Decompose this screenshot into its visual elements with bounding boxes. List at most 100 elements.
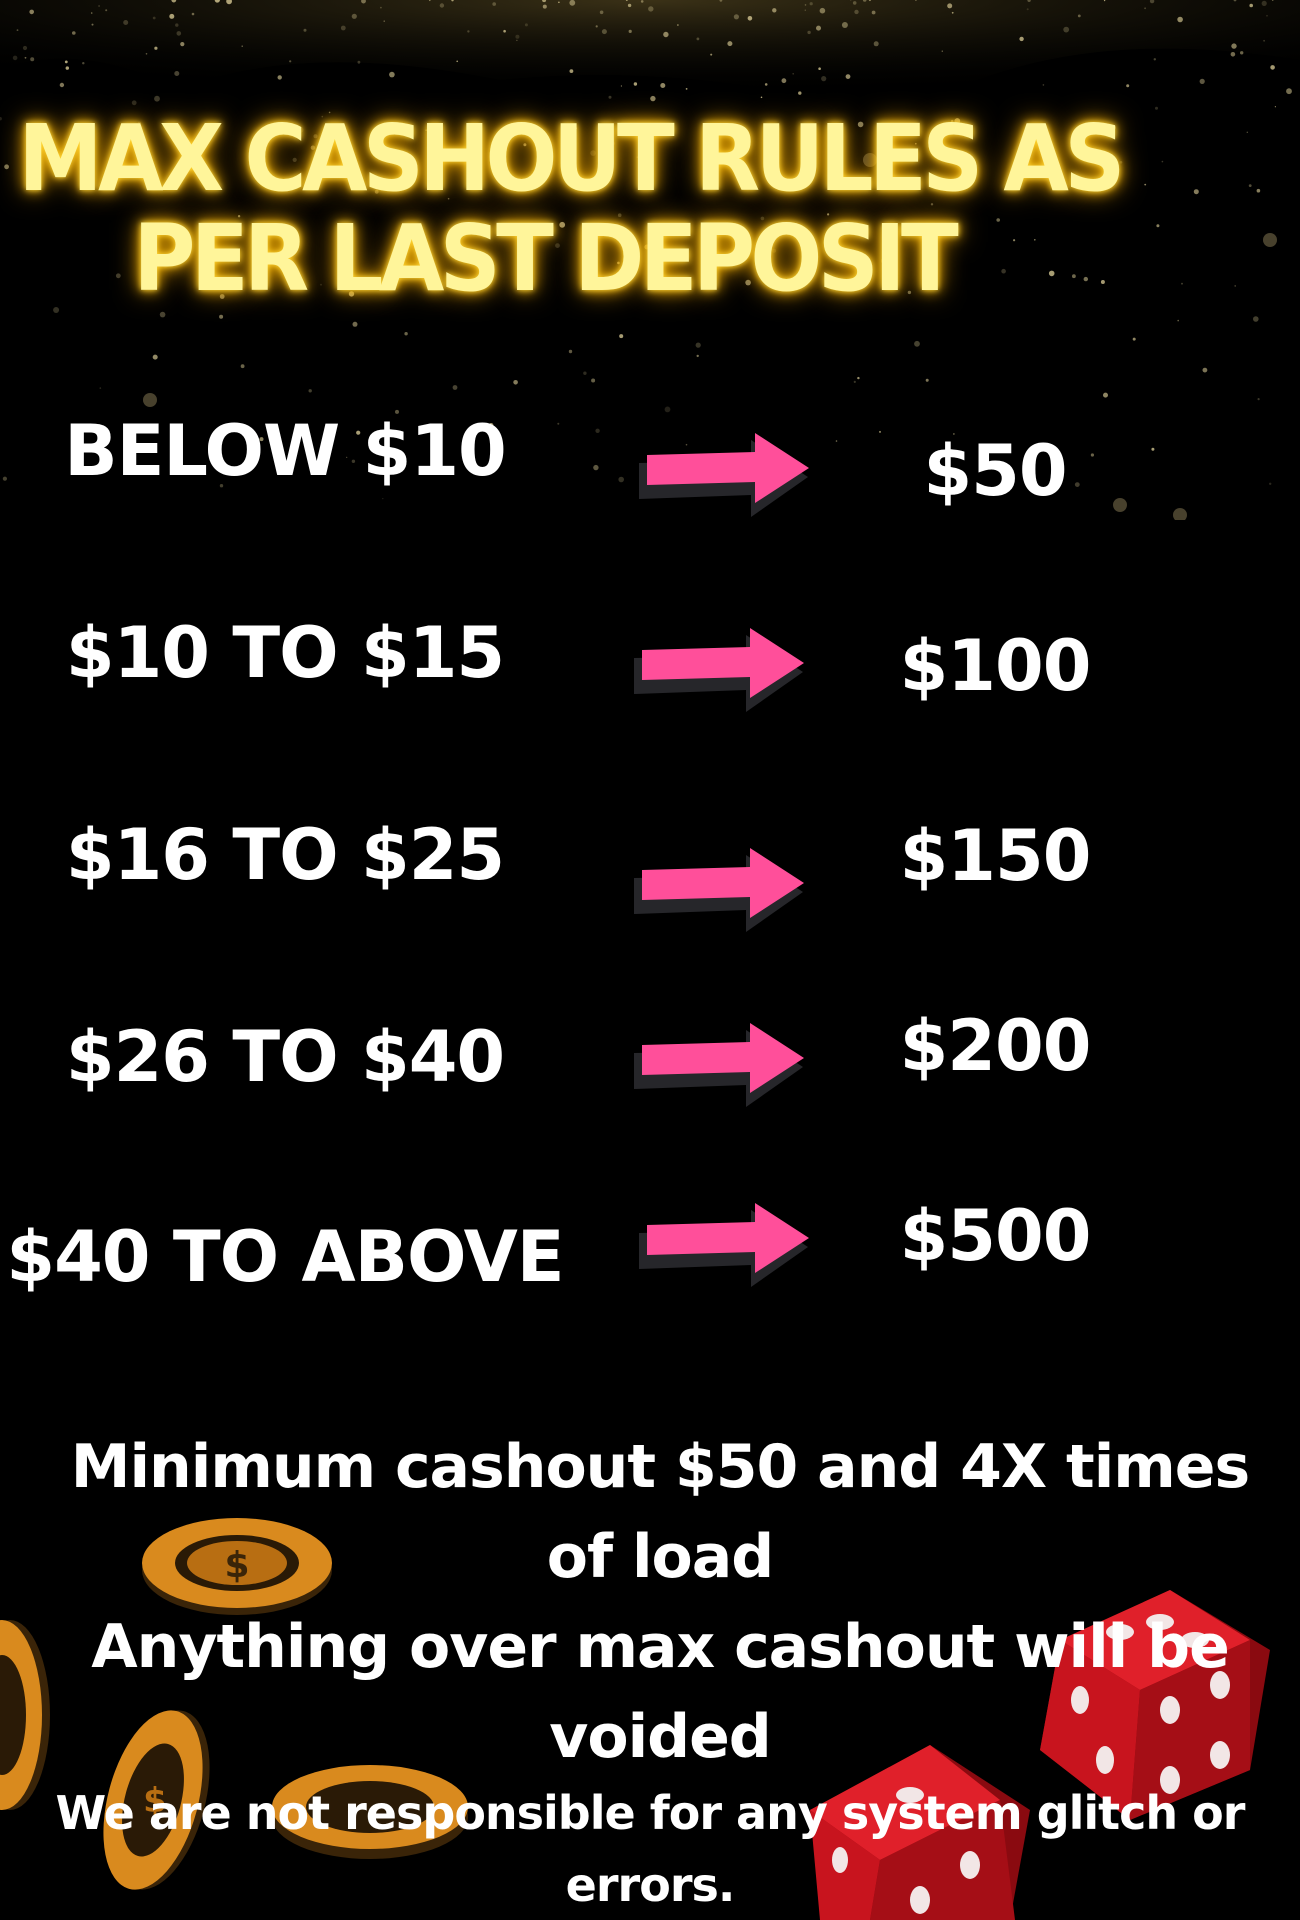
disclaimer-note: We are not responsible for any system gl…	[55, 1786, 1246, 1912]
glitter-speck	[685, 88, 688, 90]
glitter-speck	[1132, 337, 1136, 341]
glitter-speck	[764, 83, 768, 86]
deposit-range: $16 TO $25	[65, 814, 505, 896]
glitter-speck	[569, 0, 576, 6]
glitter-speck	[1001, 268, 1006, 274]
glitter-speck	[340, 25, 346, 31]
glitter-speck	[818, 67, 821, 70]
glitter-speck	[558, 1, 560, 4]
glitter-speck	[1144, 183, 1147, 186]
rule-row: $10 TO $15 $100	[0, 600, 1300, 760]
glitter-speck	[1144, 7, 1146, 10]
glitter-speck	[852, 1, 857, 5]
glitter-speck	[1072, 274, 1076, 279]
glitter-speck	[53, 307, 60, 313]
poster: MAX CASHOUT RULES AS PER LAST DEPOSIT BE…	[0, 0, 1300, 1920]
glitter-speck	[599, 10, 604, 15]
glitter-speck	[804, 4, 807, 6]
title-line-2: PER LAST DEPOSIT	[133, 205, 958, 312]
glitter-speck	[1246, 131, 1249, 133]
glitter-speck	[226, 0, 232, 5]
glitter-speck	[915, 0, 917, 1]
glitter-speck	[677, 24, 679, 26]
glitter-speck	[240, 364, 245, 369]
glitter-speck	[1231, 43, 1237, 49]
glitter-speck	[925, 378, 929, 382]
glitter-speck	[404, 332, 408, 336]
glitter-speck	[608, 95, 612, 99]
glitter-speck	[695, 342, 701, 348]
glitter-speck	[542, 4, 547, 9]
glitter-speck	[1181, 282, 1183, 285]
rule-row: $26 TO $40 $200	[0, 1000, 1300, 1160]
max-cashout: $200	[899, 1005, 1092, 1087]
rule-row: BELOW $10 $50	[0, 400, 1300, 560]
glitter-speck	[191, 12, 195, 16]
glitter-speck	[175, 23, 179, 27]
glitter-speck	[807, 30, 811, 35]
glitter-speck	[873, 41, 879, 47]
glitter-speck	[99, 387, 102, 389]
glitter-speck	[467, 30, 470, 33]
glitter-speck	[1248, 184, 1252, 188]
glitter-speck	[1019, 36, 1024, 42]
glitter-speck	[492, 2, 497, 6]
glitter-speck	[24, 56, 27, 59]
title-line-1: MAX CASHOUT RULES AS	[18, 105, 1125, 212]
glitter-speck	[303, 28, 307, 32]
glitter-speck	[951, 11, 954, 14]
glitter-speck	[516, 39, 518, 41]
glitter-speck	[633, 82, 638, 86]
glitter-speck	[542, 0, 547, 3]
glitter-speck	[22, 45, 28, 51]
right-arrow-icon	[634, 848, 804, 932]
glitter-speck	[91, 23, 94, 26]
glitter-speck	[1048, 270, 1055, 277]
glitter-speck	[277, 75, 282, 80]
glitter-speck	[914, 340, 920, 347]
glitter-speck	[868, 0, 871, 2]
glitter-speck	[781, 78, 787, 84]
glitter-speck	[798, 91, 802, 95]
glitter-speck	[1266, 14, 1268, 17]
glitter-speck	[1100, 280, 1105, 284]
glitter-speck	[804, 9, 806, 11]
glitter-speck	[105, 9, 108, 12]
glitter-speck	[1026, 8, 1029, 11]
glitter-speck	[853, 380, 856, 383]
glitter-speck	[696, 354, 699, 358]
glitter-speck	[180, 42, 185, 47]
glitter-speck	[123, 20, 129, 25]
max-cashout: $500	[899, 1195, 1092, 1277]
glitter-speck	[809, 2, 813, 6]
glitter-speck	[515, 34, 520, 39]
glitter-speck	[591, 378, 596, 383]
glitter-speck	[601, 29, 607, 35]
glitter-speck	[429, 0, 431, 2]
glitter-speck	[289, 60, 292, 63]
glitter-speck	[145, 53, 148, 55]
glitter-speck	[1177, 319, 1179, 322]
glitter-speck	[1263, 39, 1265, 42]
glitter-speck	[941, 50, 943, 52]
glitter-speck	[1240, 51, 1244, 55]
glitter-speck	[862, 0, 867, 2]
glitter-speck	[1126, 84, 1130, 88]
glitter-speck	[4, 164, 9, 170]
glitter-speck	[619, 334, 624, 339]
glitter-speck	[650, 95, 656, 102]
glitter-speck	[98, 5, 101, 7]
voided-note: Anything over max cashout will be voided	[91, 1612, 1230, 1772]
glitter-speck	[357, 60, 361, 64]
deposit-range: $26 TO $40	[65, 1016, 505, 1098]
glitter-speck	[456, 60, 459, 63]
glitter-speck	[696, 37, 700, 41]
glitter-speck	[1042, 84, 1045, 86]
glitter-speck	[513, 380, 518, 385]
glitter-speck	[30, 57, 35, 62]
glitter-speck	[64, 60, 68, 64]
glitter-speck	[1063, 26, 1070, 33]
glitter-speck	[241, 45, 243, 47]
glitter-speck	[821, 76, 827, 82]
glitter-speck	[947, 3, 953, 9]
